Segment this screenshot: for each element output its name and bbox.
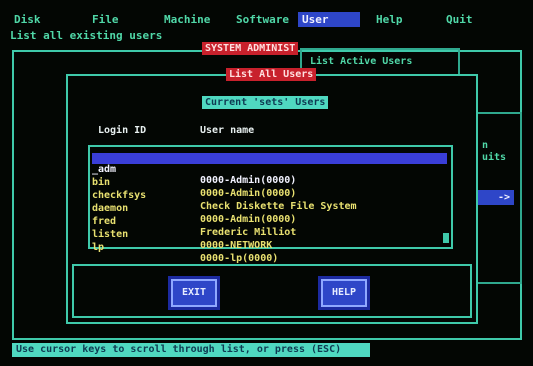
menu-hint: List all existing users — [10, 29, 163, 42]
menu-quit[interactable]: Quit — [442, 12, 477, 27]
right-fragment-1: n — [482, 140, 489, 151]
list-row[interactable]: checkfsys Check Diskette File System — [92, 179, 447, 212]
list-row[interactable]: bin 0000-Admin(0000) — [92, 166, 447, 199]
list-scrollbar[interactable] — [443, 233, 449, 243]
list-row[interactable]: daemon 0000-Admin(0000) — [92, 192, 447, 225]
right-fragment-2: uits — [482, 152, 507, 163]
menu-help[interactable]: Help — [372, 12, 407, 27]
screen: Disk File Machine Software User Help Qui… — [0, 0, 533, 366]
sysadmin-title: SYSTEM ADMINIST — [202, 42, 299, 55]
header-user-name: User name — [200, 125, 255, 136]
list-row[interactable]: _adm 0000-Admin(0000) — [92, 153, 447, 186]
menu-disk[interactable]: Disk — [10, 12, 45, 27]
dialog-title: List All Users — [226, 68, 317, 81]
user-name: 0000-lp(0000) — [200, 253, 279, 264]
menu-bar: Disk File Machine Software User Help Qui… — [0, 12, 533, 28]
active-users-title: List Active Users — [310, 56, 413, 67]
menu-file[interactable]: File — [88, 12, 123, 27]
button-bar — [72, 264, 472, 318]
login-id: lp — [92, 242, 105, 253]
arrow-button[interactable]: -> — [474, 190, 514, 205]
menu-machine[interactable]: Machine — [160, 12, 214, 27]
status-line: Use cursor keys to scroll through list, … — [12, 343, 370, 357]
list-row[interactable]: listen 0000-NETWORK — [92, 218, 447, 251]
menu-user[interactable]: User — [298, 12, 360, 27]
user-list[interactable]: _adm 0000-Admin(0000) bin 0000-Admin(000… — [88, 145, 453, 264]
list-row[interactable]: fred Frederic Milliot — [92, 205, 447, 238]
list-row[interactable]: lp 0000-lp(0000) — [92, 231, 447, 264]
menu-software[interactable]: Software — [232, 12, 293, 27]
header-login-id: Login ID — [98, 125, 147, 136]
current-users-label: Current 'sets' Users — [202, 96, 329, 109]
help-button[interactable]: HELP — [318, 276, 370, 310]
exit-button[interactable]: EXIT — [168, 276, 220, 310]
